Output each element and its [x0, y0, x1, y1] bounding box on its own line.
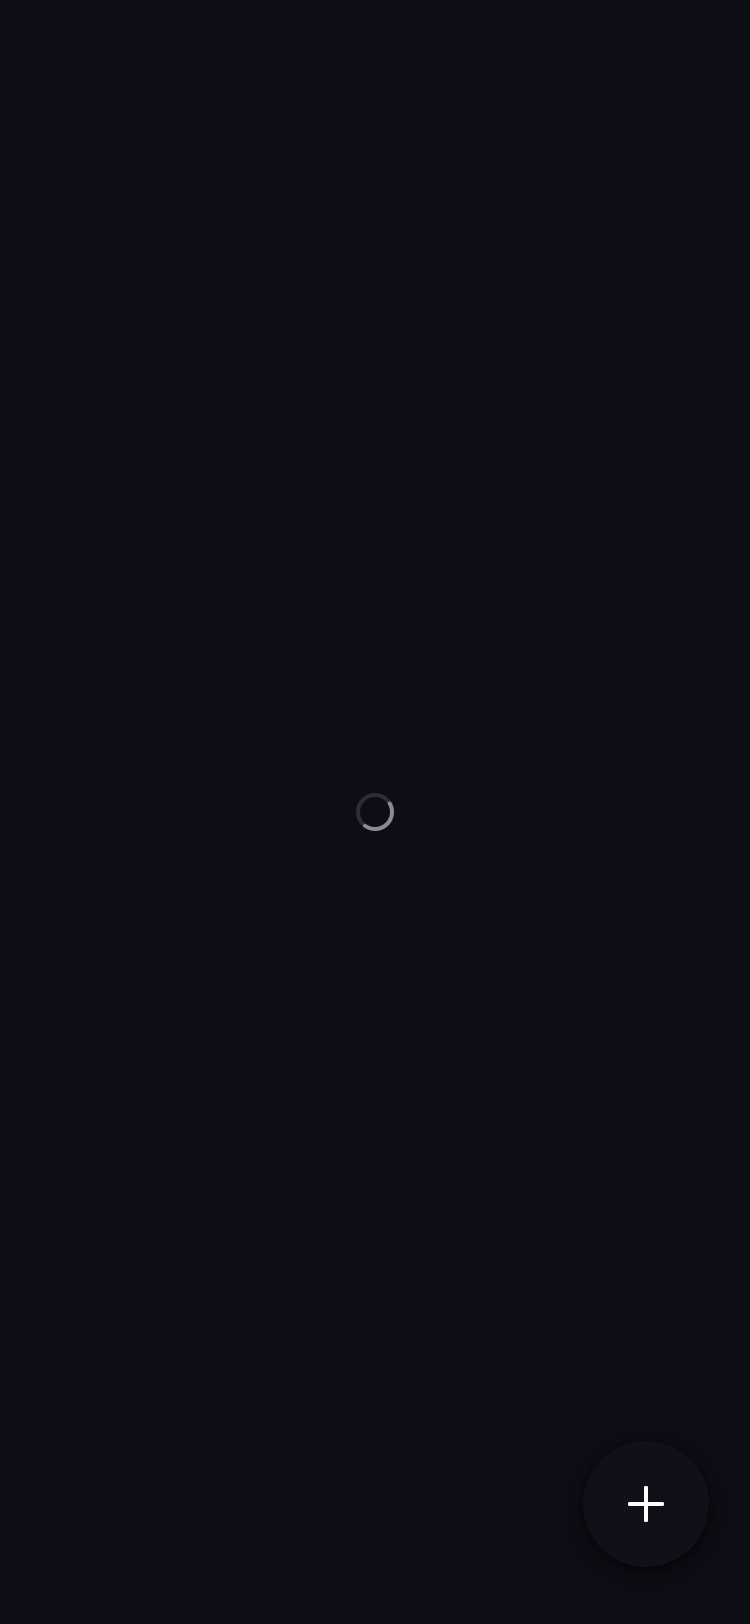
spinner-icon: [356, 793, 394, 831]
plus-icon: [628, 1486, 664, 1522]
loading-spinner: [355, 792, 395, 832]
app-screen: [0, 0, 750, 1624]
add-button[interactable]: [583, 1441, 709, 1567]
